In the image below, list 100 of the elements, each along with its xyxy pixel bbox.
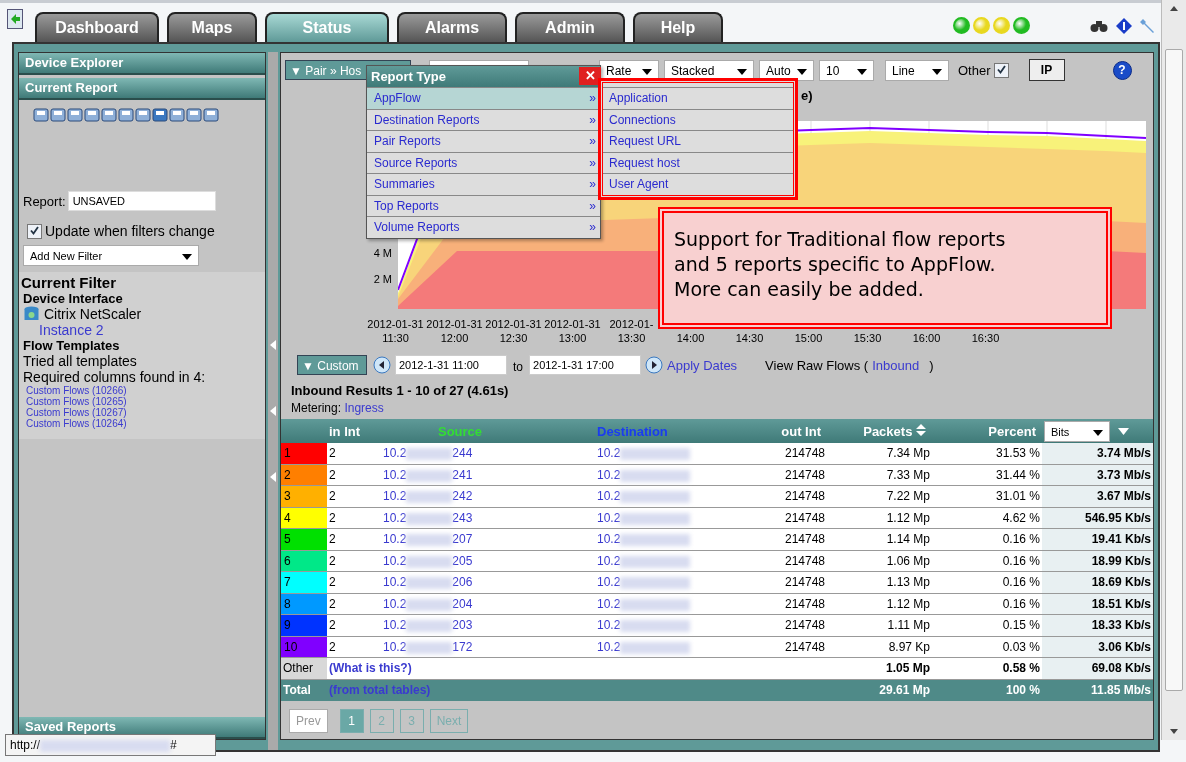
- x-axis-label: 2012-01-: [609, 317, 654, 331]
- templates-note: Tried all templates: [23, 353, 138, 369]
- instance-link[interactable]: Instance 2: [39, 322, 265, 338]
- table-cell-text: 214748: [783, 575, 826, 590]
- toolbar-icon[interactable]: [152, 107, 168, 123]
- table-cell-text: 1.12 Mp: [885, 596, 931, 611]
- toolbar-icon[interactable]: [135, 107, 151, 123]
- previous-icon[interactable]: [373, 356, 391, 374]
- toolbar-icon[interactable]: [84, 107, 100, 123]
- report-name-field[interactable]: UNSAVED: [67, 191, 216, 211]
- next-icon[interactable]: [645, 356, 663, 374]
- x-axis-label: 13:00: [558, 331, 587, 345]
- source-ip-link[interactable]: 10.2 207: [383, 532, 473, 547]
- menu-item[interactable]: Request URL: [603, 130, 793, 152]
- nav-tab[interactable]: Help: [633, 12, 723, 42]
- update-checkbox[interactable]: [27, 223, 42, 239]
- column-header[interactable]: in Int: [329, 423, 361, 439]
- nav-tab[interactable]: Dashboard: [35, 12, 159, 42]
- close-button[interactable]: ✕: [579, 67, 601, 85]
- menu-item[interactable]: Volume Reports »: [367, 216, 600, 238]
- app-icon[interactable]: [7, 9, 23, 29]
- table-cell-text: 4.62 %: [1001, 510, 1041, 525]
- source-ip-link[interactable]: 10.2 172: [383, 639, 473, 654]
- rank-cell: 8: [281, 593, 327, 614]
- x-axis-label: 14:00: [676, 331, 705, 345]
- toolbar-icon[interactable]: [203, 107, 219, 123]
- menu-item[interactable]: Application: [603, 87, 793, 109]
- column-header[interactable]: out Int: [781, 423, 821, 439]
- menu-item[interactable]: Top Reports »: [367, 194, 600, 216]
- rank-cell: 3: [281, 486, 327, 507]
- source-ip-link[interactable]: 10.2 204: [383, 596, 473, 611]
- table-cell: 18.33 Kb/s: [1042, 615, 1153, 636]
- flow-link[interactable]: Custom Flows (10265): [26, 396, 265, 407]
- source-ip-link[interactable]: 10.2 203: [383, 618, 473, 633]
- inbound-link[interactable]: Inbound: [872, 357, 920, 373]
- toolbar-icon[interactable]: [50, 107, 66, 123]
- raw-flows-label: View Raw Flows (: [765, 357, 869, 373]
- metering-link[interactable]: Ingress: [344, 401, 384, 415]
- toolbar-icon[interactable]: [169, 107, 185, 123]
- column-header[interactable]: Packets: [863, 423, 913, 439]
- table-cell-text: Total: [282, 683, 312, 697]
- flow-link[interactable]: Custom Flows (10267): [26, 407, 265, 418]
- caret-icon: [932, 68, 942, 75]
- scrollbar-thumb[interactable]: [1165, 49, 1183, 691]
- unit-select[interactable]: Bits: [1044, 420, 1110, 442]
- callout-text: Support for Traditional flow reports: [674, 227, 1007, 252]
- toolbar-icon[interactable]: [118, 107, 134, 123]
- end-date-field[interactable]: 2012-1-31 17:00: [529, 355, 641, 375]
- menu-item[interactable]: User Agent: [603, 173, 793, 195]
- toolbar-icon[interactable]: [67, 107, 83, 123]
- source-ip-link[interactable]: 10.2 243: [383, 510, 473, 525]
- table-cell-text: 0.15 %: [1001, 618, 1041, 633]
- option-select[interactable]: Line: [885, 59, 949, 81]
- option-select[interactable]: Auto: [759, 59, 814, 81]
- help-button[interactable]: ?: [1112, 60, 1132, 80]
- rank-cell: 10: [281, 636, 327, 657]
- menu-item[interactable]: AppFlow »: [367, 87, 600, 109]
- other-checkbox[interactable]: [993, 62, 1009, 78]
- menu-item[interactable]: Request host: [603, 151, 793, 173]
- scroll-down-button[interactable]: [1170, 729, 1178, 734]
- table-cell-text: 2: [328, 553, 337, 568]
- diamond-icon[interactable]: [1116, 17, 1132, 34]
- table-cell-text: 31.44 %: [994, 467, 1041, 482]
- scroll-up-button[interactable]: [1170, 6, 1178, 11]
- table-cell-text: 2: [328, 489, 337, 504]
- source-ip-link[interactable]: 10.2 206: [383, 575, 473, 590]
- sort-icon[interactable]: [916, 423, 926, 436]
- table-cell: 69.08 Kb/s: [1042, 658, 1153, 679]
- x-axis-label: 2012-01-31: [426, 317, 483, 331]
- source-ip-link[interactable]: 10.2 205: [383, 553, 473, 568]
- toolbar-icon[interactable]: [33, 107, 49, 123]
- nav-tab[interactable]: Alarms: [397, 12, 507, 42]
- wrench-icon[interactable]: [1140, 17, 1156, 34]
- table-cell-text: 31.01 %: [994, 489, 1041, 504]
- source-ip-link[interactable]: 10.2 241: [383, 467, 473, 482]
- y-axis-label: 2 M: [373, 273, 392, 285]
- help-link[interactable]: (What is this?): [329, 661, 412, 676]
- binoculars-icon[interactable]: [1090, 18, 1108, 33]
- column-header[interactable]: Percent: [988, 423, 1036, 439]
- flow-link[interactable]: Custom Flows (10266): [26, 385, 265, 396]
- flow-link[interactable]: Custom Flows (10264): [26, 418, 265, 429]
- ip-button[interactable]: IP: [1028, 59, 1065, 81]
- table-cell: 3.73 Mb/s: [1042, 464, 1153, 485]
- toolbar-icon[interactable]: [186, 107, 202, 123]
- start-date-field[interactable]: 2012-1-31 11:00: [395, 355, 507, 375]
- option-select[interactable]: Stacked: [664, 59, 754, 81]
- table-cell: 3.67 Mb/s: [1042, 486, 1153, 507]
- apply-dates-link[interactable]: Apply Dates: [667, 357, 738, 373]
- toolbar-icon[interactable]: [101, 107, 117, 123]
- source-ip-link[interactable]: 10.2 242: [383, 489, 473, 504]
- option-select[interactable]: 10: [819, 59, 874, 81]
- nav-tab[interactable]: Admin: [515, 12, 625, 42]
- to-label: to: [513, 360, 523, 374]
- nav-tab[interactable]: Maps: [167, 12, 257, 42]
- x-axis-label: 16:00: [912, 331, 941, 345]
- add-filter-select[interactable]: Add New Filter: [23, 245, 199, 266]
- menu-item[interactable]: Connections: [603, 108, 793, 130]
- url-tooltip: http:// #: [5, 734, 216, 756]
- source-ip-link[interactable]: 10.2 244: [383, 446, 473, 461]
- dropdown-icon[interactable]: [1118, 427, 1129, 435]
